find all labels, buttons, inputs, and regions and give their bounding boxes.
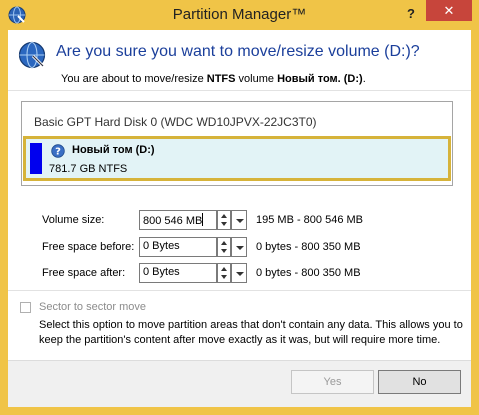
no-button[interactable]: No <box>378 370 461 394</box>
chevron-down-icon <box>236 246 244 250</box>
chevron-down-icon <box>236 219 244 223</box>
text-caret <box>202 213 204 226</box>
volume-size-unit: MB <box>185 215 203 227</box>
dialog-subtitle: You are about to move/resize NTFS volume… <box>61 73 366 85</box>
free-after-spinner[interactable] <box>217 263 231 283</box>
spin-down-icon[interactable] <box>221 249 227 253</box>
volume-size-label: Volume size: <box>42 214 105 226</box>
free-before-input[interactable]: 0 Bytes <box>139 237 217 257</box>
spin-up-icon[interactable] <box>221 267 227 271</box>
svg-text:?: ? <box>55 147 61 158</box>
partition-size: 781.7 GB NTFS <box>49 163 128 175</box>
subtitle-fs: NTFS <box>206 73 236 85</box>
dialog-window: Partition Manager™ ? ✕ Are you sure you … <box>0 0 479 415</box>
chevron-down-icon <box>236 272 244 276</box>
volume-size-spinner[interactable] <box>217 210 231 230</box>
free-after-range: 0 bytes - 800 350 MB <box>256 267 361 279</box>
partition-color-swatch <box>30 143 42 174</box>
question-icon: ? <box>51 144 65 158</box>
free-after-unit-dropdown[interactable] <box>231 263 247 283</box>
free-after-label: Free space after: <box>42 267 126 279</box>
disk-title: Basic GPT Hard Disk 0 (WDC WD10JPVX-22JC… <box>34 115 317 129</box>
subtitle-prefix: You are about to move/resize <box>61 73 207 85</box>
sector-to-sector-label[interactable]: Sector to sector move <box>39 301 146 313</box>
sector-to-sector-checkbox[interactable] <box>20 302 31 313</box>
sector-to-sector-description: Select this option to move partition are… <box>39 319 463 346</box>
free-before-range: 0 bytes - 800 350 MB <box>256 241 361 253</box>
partition-block[interactable]: ? Новый том (D:) 781.7 GB NTFS <box>23 136 451 181</box>
dialog-heading: Are you sure you want to move/resize vol… <box>56 43 420 60</box>
free-before-label: Free space before: <box>42 241 135 253</box>
title-bar[interactable]: Partition Manager™ ? ✕ <box>0 0 479 30</box>
free-before-unit-dropdown[interactable] <box>231 237 247 257</box>
partition-globe-icon <box>18 41 46 69</box>
volume-size-input[interactable]: 800 546 MB <box>139 210 217 230</box>
disk-map-panel: Basic GPT Hard Disk 0 (WDC WD10JPVX-22JC… <box>21 101 453 186</box>
subtitle-mid: volume <box>235 73 278 85</box>
button-bar: Yes No <box>8 360 471 407</box>
dialog-client: Are you sure you want to move/resize vol… <box>8 30 471 407</box>
options-divider <box>8 290 471 291</box>
free-after-input[interactable]: 0 Bytes <box>139 263 217 283</box>
subtitle-end: . <box>362 73 366 85</box>
volume-size-unit-dropdown[interactable] <box>231 210 247 230</box>
volume-size-range: 195 MB - 800 546 MB <box>256 214 364 226</box>
spin-up-icon[interactable] <box>221 241 227 245</box>
volume-size-number: 800 546 <box>143 215 183 227</box>
spin-down-icon[interactable] <box>221 275 227 279</box>
free-before-spinner[interactable] <box>217 237 231 257</box>
yes-button[interactable]: Yes <box>291 370 374 394</box>
close-button[interactable]: ✕ <box>426 0 472 21</box>
subtitle-volume: Новый том. (D:) <box>277 73 363 85</box>
help-button[interactable]: ? <box>396 3 426 25</box>
spin-up-icon[interactable] <box>221 214 227 218</box>
header-divider <box>8 90 471 91</box>
spin-down-icon[interactable] <box>221 222 227 226</box>
partition-name: Новый том (D:) <box>72 144 155 156</box>
